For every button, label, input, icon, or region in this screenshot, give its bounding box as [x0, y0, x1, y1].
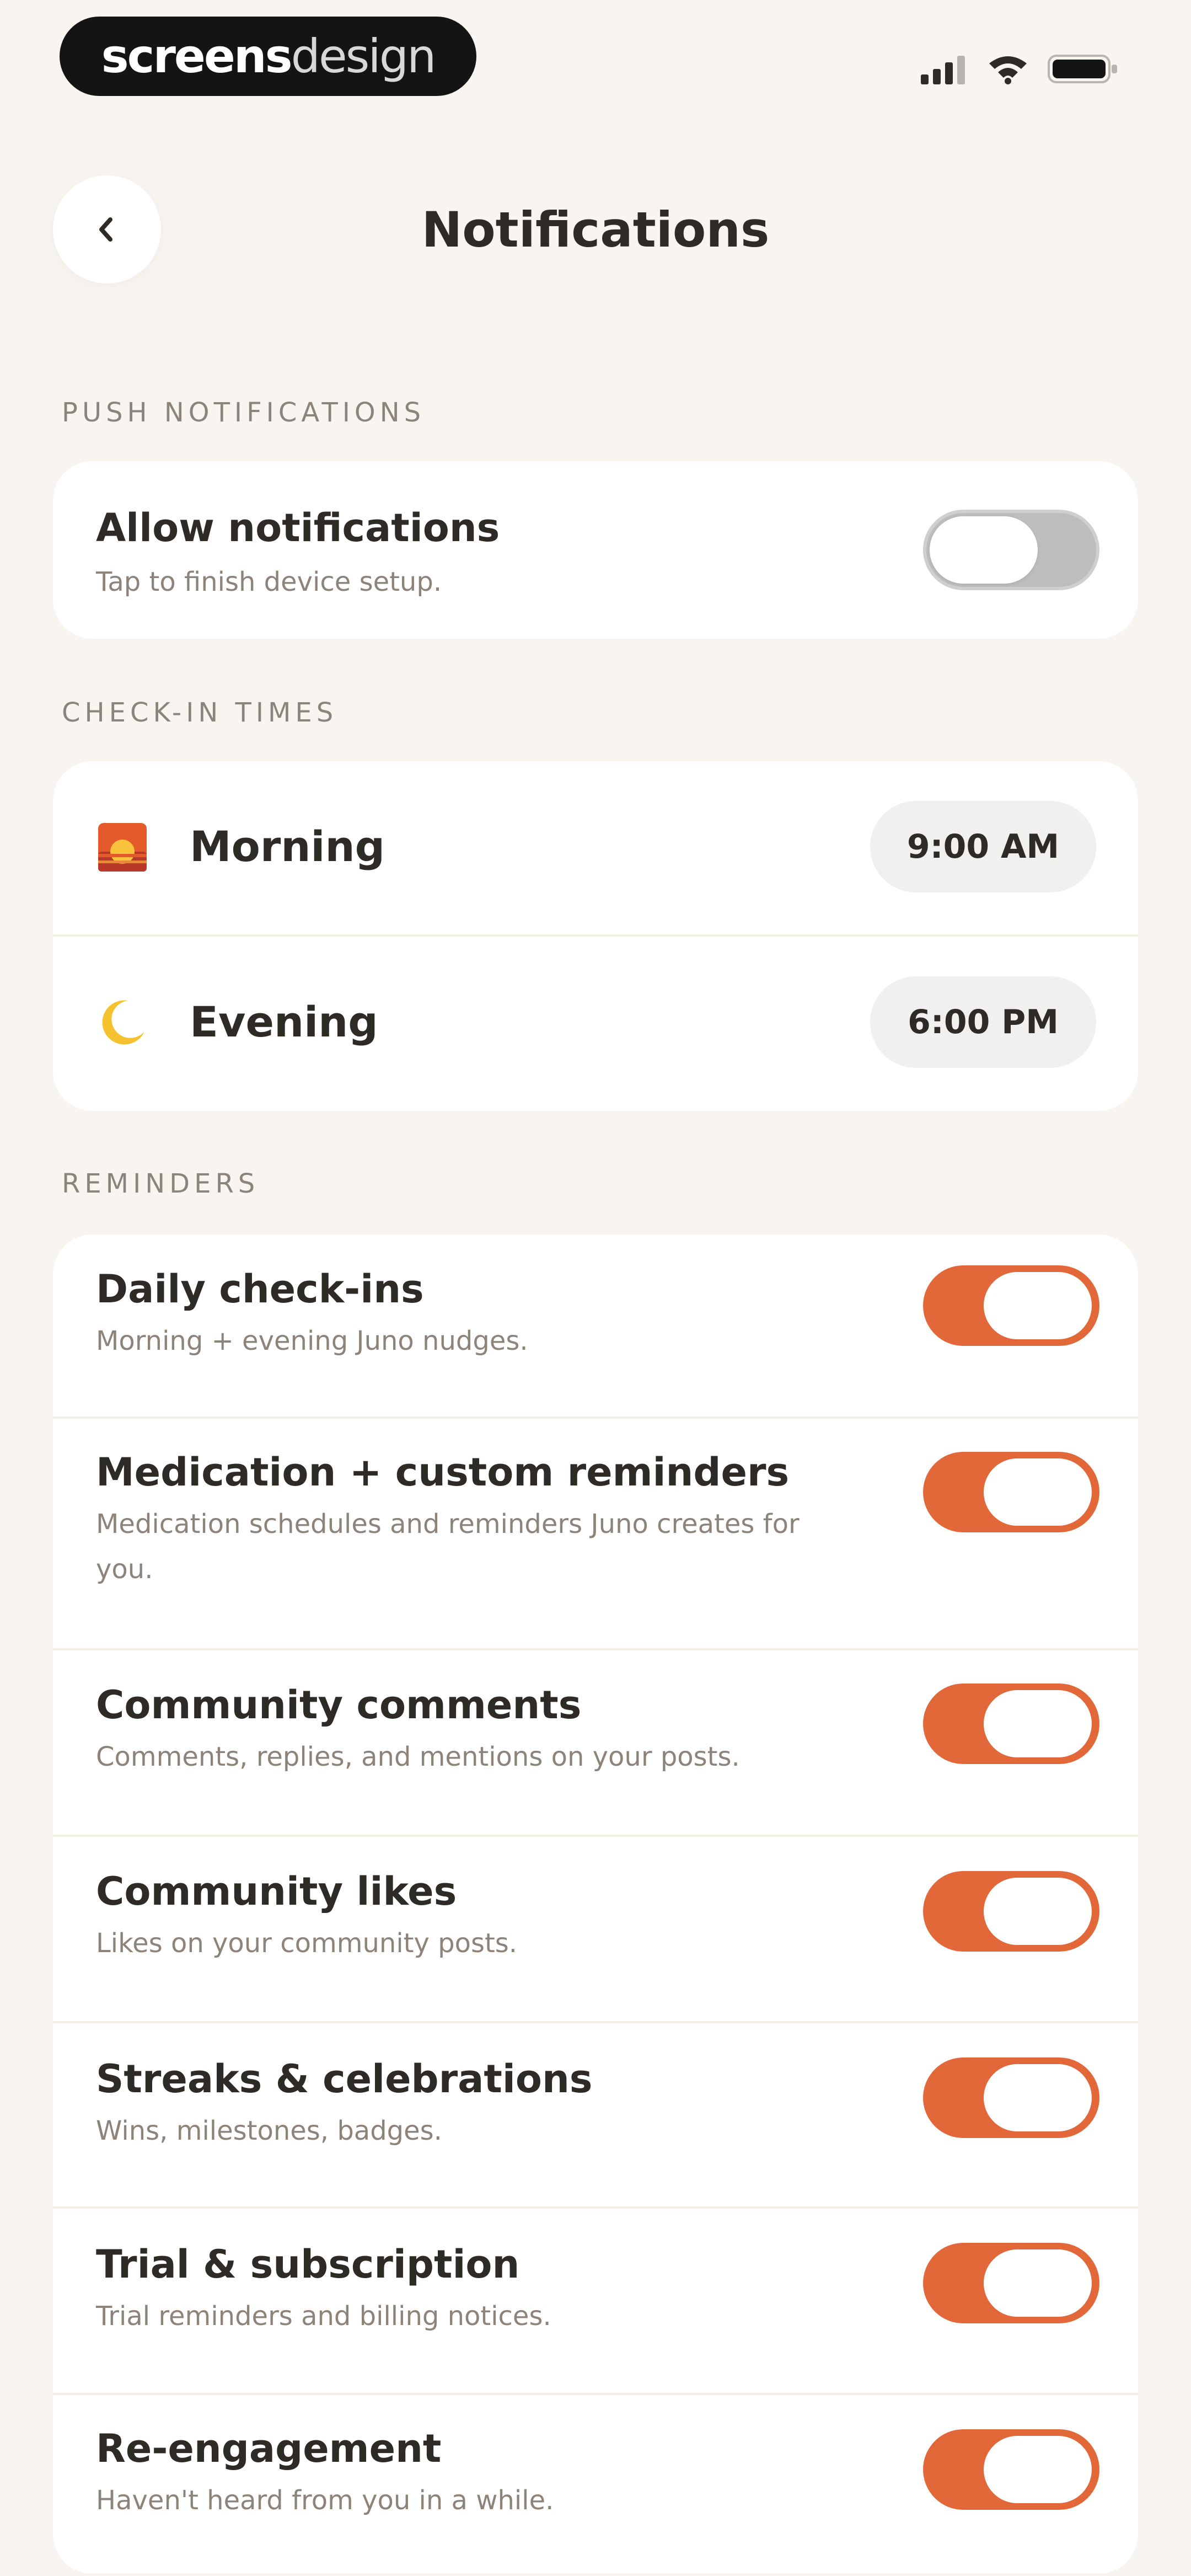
status-bar: screens design [0, 0, 1191, 127]
page-title: Notifications [421, 201, 770, 258]
trial-subscription-toggle[interactable] [923, 2243, 1099, 2323]
wifi-icon [989, 56, 1027, 84]
reminder-row-reengagement[interactable]: Re-engagement Haven't heard from you in … [53, 2395, 1138, 2574]
reminders-card: Daily check-ins Morning + evening Juno n… [53, 1234, 1138, 2574]
allow-notifications-row[interactable]: Allow notifications Tap to finish device… [53, 461, 1138, 639]
toggle-knob [984, 1878, 1092, 1945]
allow-notifications-toggle[interactable] [923, 510, 1099, 590]
reminder-subtitle: Morning + evening Juno nudges. [96, 1326, 528, 1356]
reminder-row-community-comments[interactable]: Community comments Comments, replies, an… [53, 1650, 1138, 1837]
reminder-title: Daily check-ins [96, 1266, 424, 1312]
toggle-knob [984, 2436, 1092, 2503]
toggle-knob [930, 516, 1038, 584]
community-comments-toggle[interactable] [923, 1684, 1099, 1764]
medication-reminders-toggle[interactable] [923, 1452, 1099, 1532]
reminder-subtitle: Haven't heard from you in a while. [96, 2485, 554, 2516]
reminder-row-trial[interactable]: Trial & subscription Trial reminders and… [53, 2209, 1138, 2395]
cellular-signal-icon [921, 56, 965, 84]
brand-text-light: design [291, 29, 437, 83]
crescent-moon-icon [102, 1000, 144, 1045]
reminder-subtitle: Wins, milestones, badges. [96, 2115, 442, 2146]
reminder-subtitle: Comments, replies, and mentions on your … [96, 1741, 740, 1772]
time-picker-morning[interactable]: 9:00 AM [870, 801, 1096, 892]
section-label-reminders: REMINDERS [62, 1168, 260, 1199]
toggle-knob [984, 2064, 1092, 2131]
reminder-subtitle: Trial reminders and billing notices. [96, 2301, 551, 2332]
reminder-subtitle: Likes on your community posts. [96, 1928, 518, 1959]
reminder-title: Trial & subscription [96, 2242, 520, 2287]
streaks-celebrations-toggle[interactable] [923, 2057, 1099, 2138]
brand-text-strong: screens [101, 29, 293, 83]
re-engagement-toggle[interactable] [923, 2429, 1099, 2510]
allow-notifications-title: Allow notifications [96, 505, 500, 551]
checkin-row-evening[interactable]: Evening 6:00 PM [53, 937, 1138, 1111]
battery-icon [1048, 55, 1117, 83]
time-picker-evening[interactable]: 6:00 PM [870, 976, 1096, 1068]
community-likes-toggle[interactable] [923, 1871, 1099, 1952]
reminder-title: Medication + custom reminders [96, 1450, 790, 1495]
reminder-subtitle: Medication schedules and reminders Juno … [96, 1509, 800, 1585]
toggle-knob [984, 2249, 1092, 2317]
toggle-knob [984, 1272, 1092, 1339]
section-label-checkin: CHECK-IN TIMES [62, 697, 338, 728]
toggle-knob [984, 1690, 1092, 1757]
reminder-row-daily-checkins[interactable]: Daily check-ins Morning + evening Juno n… [53, 1234, 1138, 1419]
reminder-title: Re-engagement [96, 2426, 442, 2471]
section-label-push: PUSH NOTIFICATIONS [62, 397, 426, 428]
reminder-row-community-likes[interactable]: Community likes Likes on your community … [53, 1837, 1138, 2023]
checkin-label-morning: Morning [190, 822, 385, 871]
reminder-row-streaks[interactable]: Streaks & celebrations Wins, milestones,… [53, 2023, 1138, 2209]
checkin-times-card: Morning 9:00 AM Evening 6:00 PM [53, 761, 1138, 1111]
sunrise-icon [98, 823, 147, 872]
reminder-title: Community likes [96, 1869, 457, 1914]
brand-badge: screens design [60, 17, 476, 96]
reminder-title: Streaks & celebrations [96, 2056, 593, 2102]
toggle-knob [984, 1458, 1092, 1526]
checkin-row-morning[interactable]: Morning 9:00 AM [53, 761, 1138, 937]
status-icons [921, 50, 1119, 88]
checkin-label-evening: Evening [190, 997, 378, 1046]
push-notifications-card: Allow notifications Tap to finish device… [53, 461, 1138, 639]
reminder-row-medication[interactable]: Medication + custom reminders Medication… [53, 1419, 1138, 1650]
allow-notifications-subtitle: Tap to finish device setup. [96, 566, 442, 597]
daily-checkins-toggle[interactable] [923, 1265, 1099, 1346]
reminder-title: Community comments [96, 1682, 582, 1728]
